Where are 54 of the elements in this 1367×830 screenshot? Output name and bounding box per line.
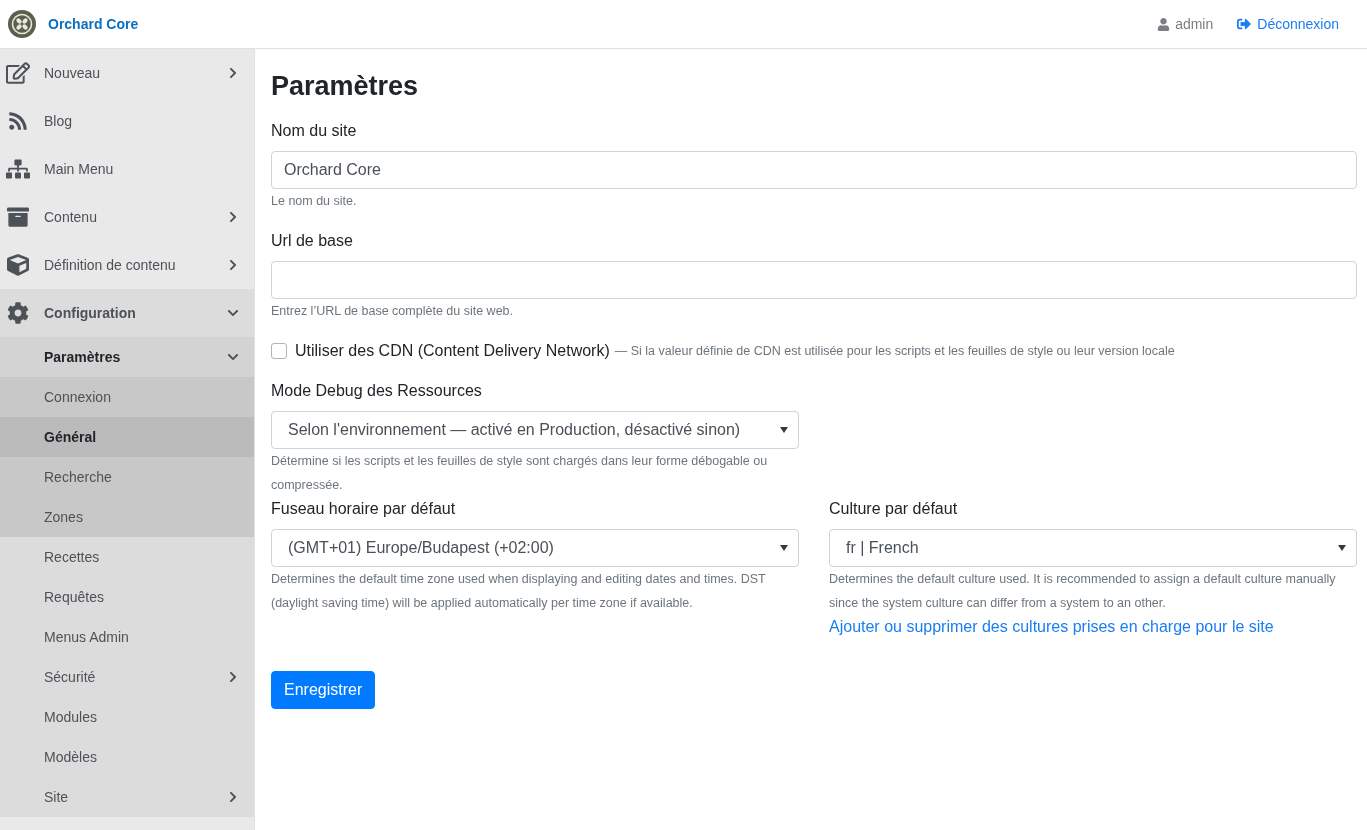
sidebar-item[interactable]: Connexion: [0, 377, 254, 417]
caret-icon: [780, 545, 788, 551]
brand-link[interactable]: Orchard Core: [8, 10, 139, 38]
checkbox-hint: — Si la valeur définie de CDN est utilisée pour les scripts et les feuilles de style ou leur version locale: [614, 344, 1175, 358]
select-field[interactable]: fr | French: [829, 529, 1357, 567]
sidebar-item[interactable]: Définition de contenu: [0, 241, 254, 289]
text-input[interactable]: [271, 261, 1357, 299]
field-label: Fuseau horaire par défaut: [271, 499, 457, 519]
caret-icon: [780, 427, 788, 433]
logo-icon: [8, 10, 36, 38]
help-text: Le nom du site.: [271, 193, 358, 210]
rss-icon: [8, 111, 28, 131]
sidebar-item[interactable]: Recettes: [0, 537, 254, 577]
sidebar-item[interactable]: Blog: [0, 97, 254, 145]
cube-icon: [7, 254, 29, 276]
field-label: Culture par défaut: [829, 499, 959, 519]
sidebar-item[interactable]: Requêtes: [0, 577, 254, 617]
page-title: Paramètres: [271, 70, 420, 103]
sidebar-item[interactable]: Modules: [0, 697, 254, 737]
help-text: Détermine si les scripts et les feuilles de style sont chargés dans leur forme débogable ou compressée.: [271, 453, 769, 494]
logout-link[interactable]: Déconnexion: [1237, 16, 1339, 32]
checkbox-label: Utiliser des CDN (Content Delivery Network): [295, 342, 610, 360]
help-text: Entrez l’URL de base complète du site web.: [271, 303, 515, 320]
sidebar-item[interactable]: Modèles: [0, 737, 254, 777]
sidebar-item[interactable]: Configuration: [0, 289, 254, 337]
save-button[interactable]: Enregistrer: [271, 671, 376, 709]
help-text: Determines the default culture used. It is recommended to assign a default culture manually since the system culture can differ from a system to an other.: [829, 571, 1337, 612]
sidebar-item[interactable]: Paramètres: [0, 337, 254, 377]
field-label: Url de base: [271, 231, 354, 251]
sidebar-item[interactable]: Nouveau: [0, 49, 254, 97]
sidebar-item[interactable]: Menus Admin: [0, 617, 254, 657]
sign-out-icon: [1237, 17, 1252, 31]
sitemap-icon: [6, 157, 30, 181]
sidebar-item[interactable]: Contenu: [0, 193, 254, 241]
sidebar-item[interactable]: Site: [0, 777, 254, 817]
sidebar-item[interactable]: Général: [0, 417, 254, 457]
text-input[interactable]: Orchard Core: [271, 151, 1357, 189]
help-text: Determines the default time zone used when displaying and editing dates and times. DST (daylight saving time) will be applied automatically per time zone if available.: [271, 571, 767, 612]
caret-icon: [1338, 545, 1346, 551]
sidebar-item[interactable]: Sécurité: [0, 657, 254, 697]
edit-icon: [6, 61, 30, 85]
field-label: Nom du site: [271, 121, 358, 141]
sidebar-item[interactable]: Recherche: [0, 457, 254, 497]
user-link[interactable]: admin: [1157, 16, 1214, 32]
sidebar-item[interactable]: Main Menu: [0, 145, 254, 193]
select-field[interactable]: (GMT+01) Europe/Budapest (+02:00): [271, 529, 799, 567]
user-icon: [1157, 17, 1171, 31]
sidebar-item[interactable]: Zones: [0, 497, 254, 537]
gear-icon: [7, 302, 29, 324]
cultures-link[interactable]: Ajouter ou supprimer des cultures prises en charge pour le site: [829, 615, 1274, 639]
archive-icon: [7, 206, 29, 228]
checkbox[interactable]: [271, 343, 287, 359]
field-label: Mode Debug des Ressources: [271, 381, 483, 401]
select-field[interactable]: Selon l'environnement — activé en Production, désactivé sinon): [271, 411, 799, 449]
